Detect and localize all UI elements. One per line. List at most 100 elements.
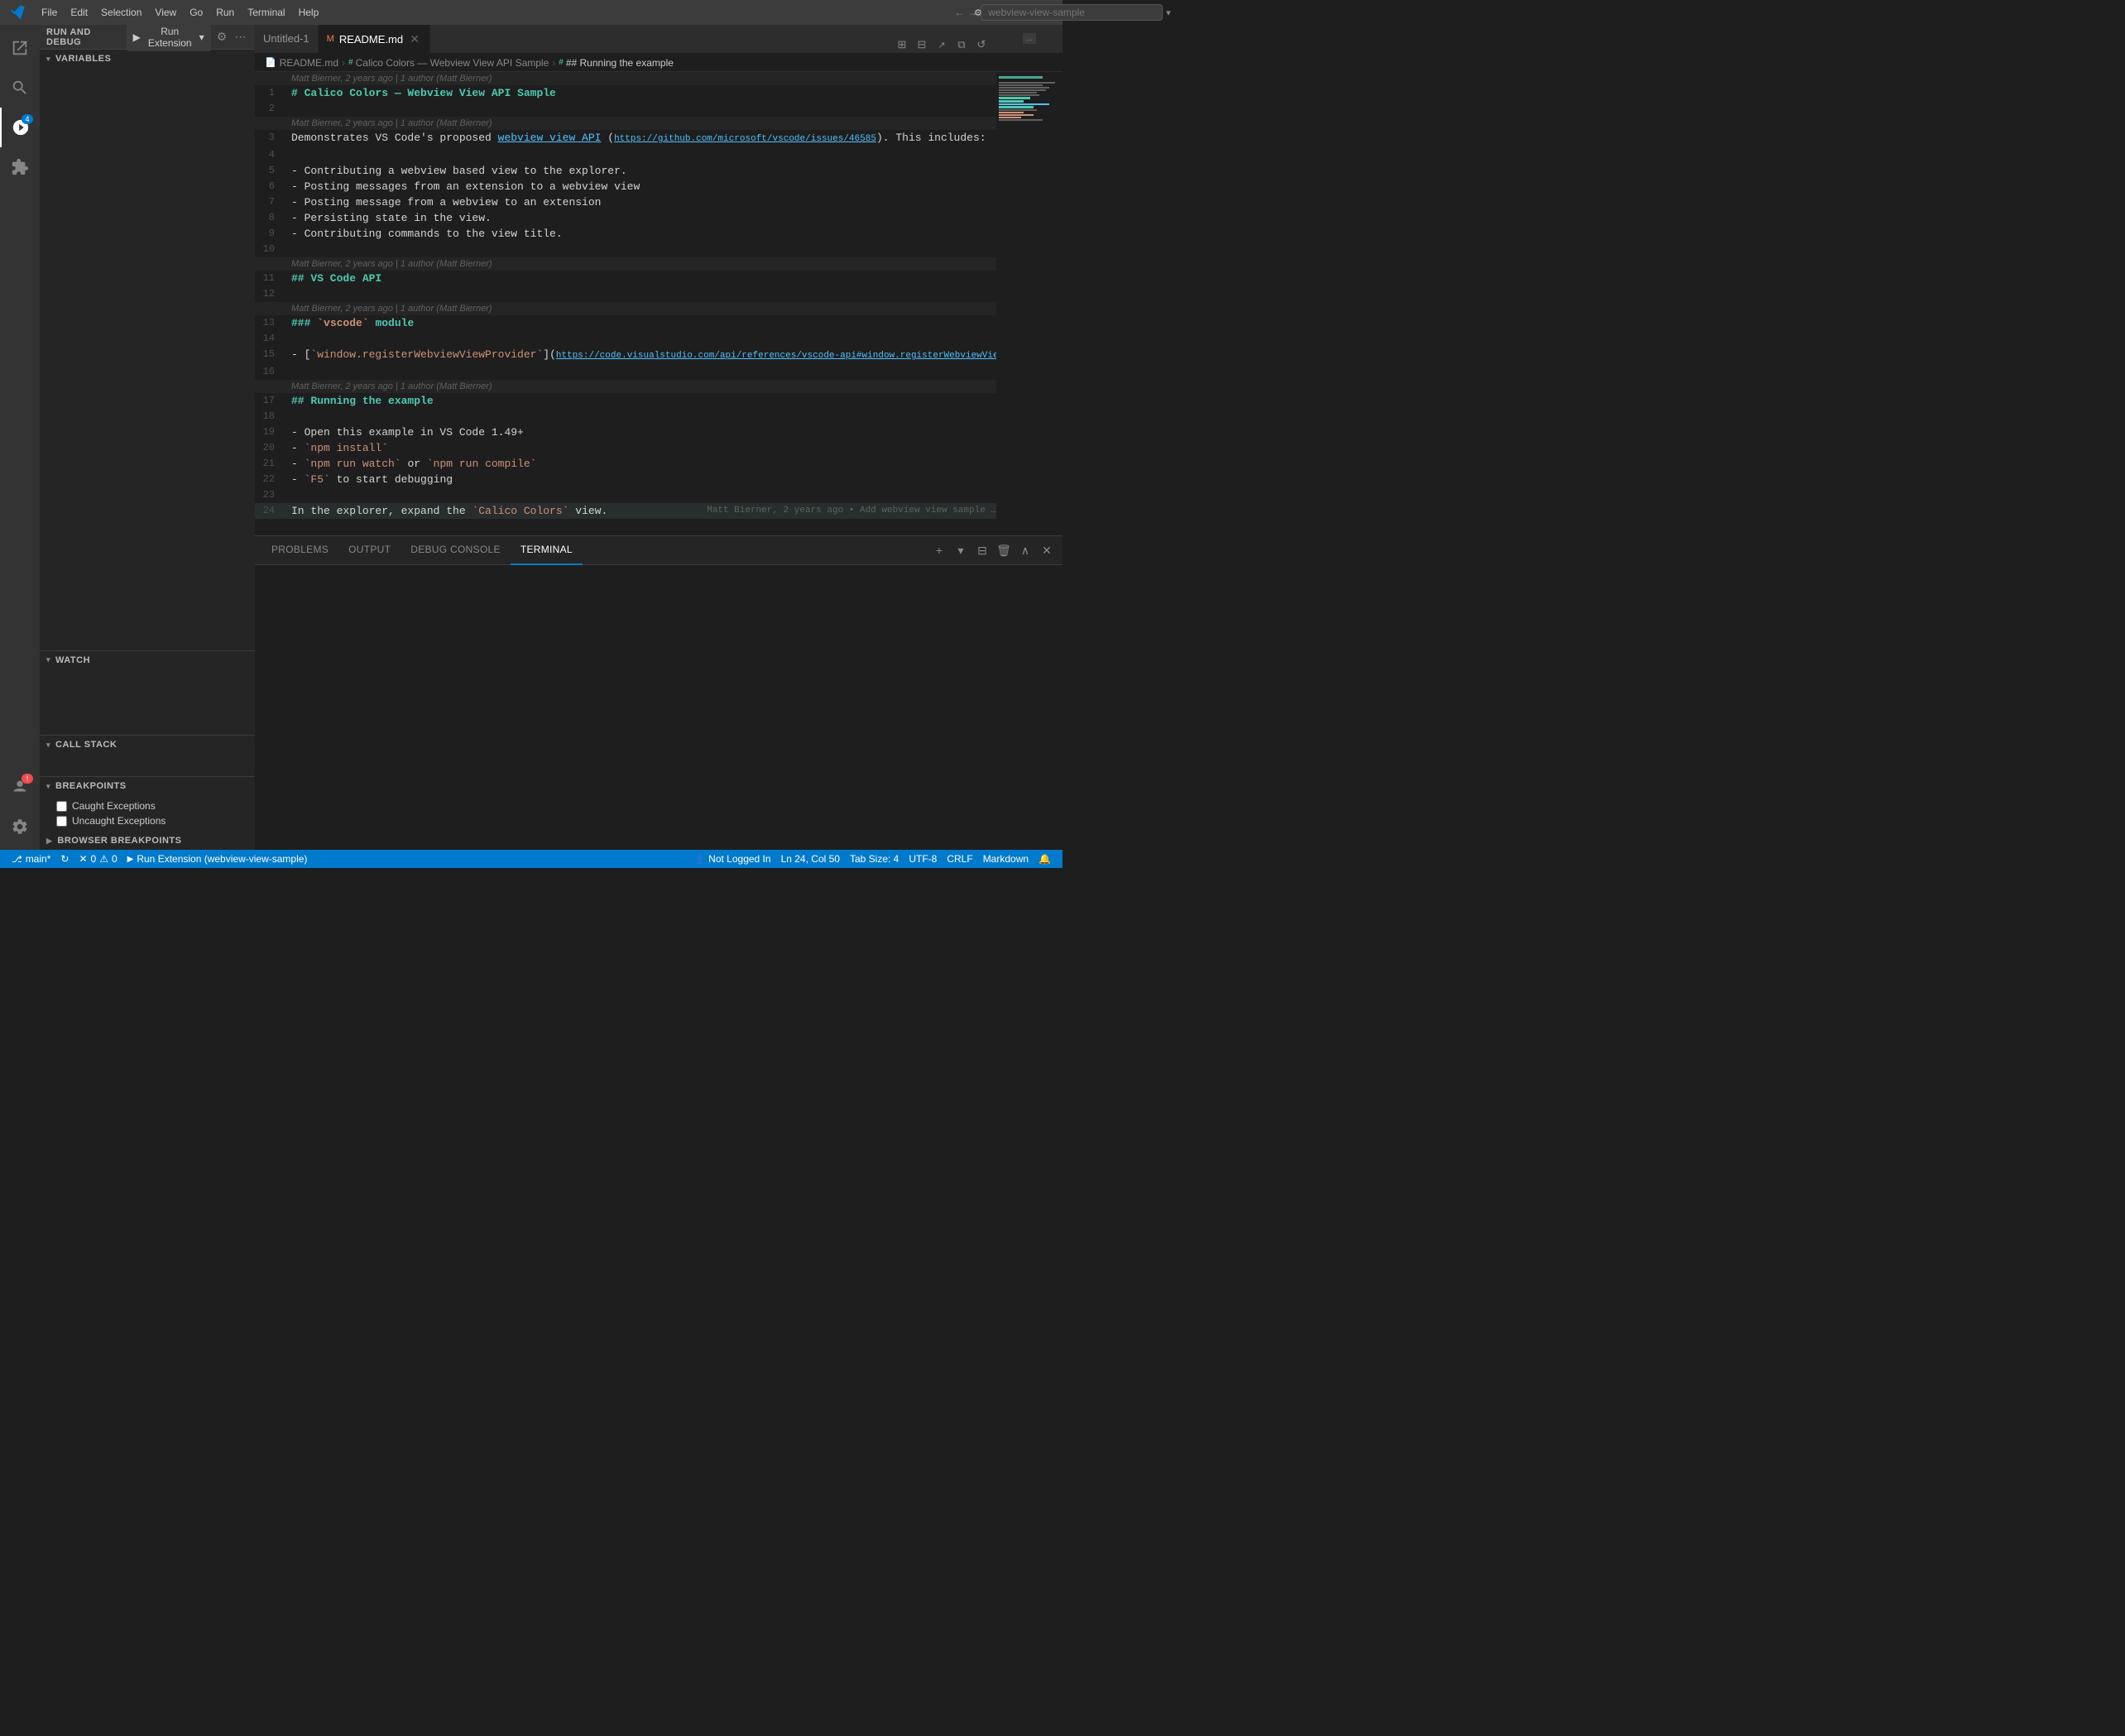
code-line-23: 23 (255, 487, 996, 503)
run-ext-icon: ▶ (127, 855, 134, 864)
line-num-18: 18 (255, 409, 288, 424)
browser-breakpoints-header[interactable]: ▶ BROWSER BREAKPOINTS (40, 832, 255, 850)
status-git[interactable]: ⎇ main* (7, 850, 55, 868)
minimap-bullet2 (999, 87, 1049, 89)
status-encoding[interactable]: UTF-8 (904, 850, 942, 868)
breadcrumb-active[interactable]: # ## Running the example (559, 57, 674, 69)
line-num-2: 2 (255, 101, 288, 117)
line-content-5: - Contributing a webview based view to t… (288, 163, 996, 179)
panel-tab-problems[interactable]: PROBLEMS (261, 536, 338, 565)
debug-more-btn[interactable]: ⋯ (233, 28, 248, 46)
app-icon (7, 1, 30, 24)
line-num-9: 9 (255, 226, 288, 242)
status-sync[interactable]: ↻ (55, 850, 74, 868)
status-tab-size[interactable]: Tab Size: 4 (845, 850, 904, 868)
command-search[interactable] (981, 4, 1163, 21)
breakpoint-caught: Caught Exceptions (40, 798, 255, 813)
menu-file[interactable]: File (36, 5, 62, 20)
minimap-blank (999, 79, 1060, 81)
activity-search[interactable] (0, 68, 40, 108)
code-line-18: 18 (255, 409, 996, 424)
status-notifications[interactable]: 🔔 (1034, 850, 1056, 868)
titlebar: File Edit Selection View Go Run Terminal… (0, 0, 1062, 25)
panel-split-btn[interactable]: ⊟ (973, 541, 991, 559)
browser-bp-arrow: ▶ (46, 837, 52, 846)
uncaught-exceptions-checkbox[interactable] (56, 816, 67, 827)
panel-tab-debug-console[interactable]: DEBUG CONSOLE (401, 536, 511, 565)
panel-dropdown-btn[interactable]: ▾ (952, 541, 970, 559)
browser-bp-label: BROWSER BREAKPOINTS (57, 836, 181, 846)
tab-readme[interactable]: M README.md ✕ (319, 25, 430, 53)
status-eol[interactable]: CRLF (942, 850, 977, 868)
tab-untitled[interactable]: Untitled-1 (255, 25, 319, 53)
nav-forward-btn[interactable]: → (967, 7, 977, 18)
caught-exceptions-checkbox[interactable] (56, 801, 67, 812)
status-run-ext[interactable]: ▶ Run Extension (webview-view-sample) (122, 850, 313, 868)
status-errors[interactable]: ✕ 0 ⚠ 0 (74, 850, 122, 868)
menu-view[interactable]: View (150, 5, 181, 20)
activity-settings[interactable] (0, 807, 40, 846)
code-line-9: 9 - Contributing commands to the view ti… (255, 226, 996, 242)
watch-section-header[interactable]: ▾ WATCH (40, 650, 255, 669)
terminal-content[interactable] (255, 565, 1062, 850)
minimap-code1 (999, 112, 1024, 113)
git-blame-24: Matt Bierner, 2 years ago • Add webview … (697, 503, 996, 519)
menu-edit[interactable]: Edit (65, 5, 93, 20)
debug-badge: 4 (22, 114, 33, 124)
editor-more-btn[interactable]: ↗ (933, 36, 950, 53)
variables-section-header[interactable]: ▾ VARIABLES (40, 50, 255, 68)
line-content-2 (288, 101, 996, 117)
main-container: 4 ! RUN AND DEBUG ▶ Run Extension ▾ ⚙ (0, 25, 1062, 850)
run-extension-btn[interactable]: ▶ Run Extension ▾ (127, 25, 211, 51)
eol-label: CRLF (947, 853, 972, 865)
status-cursor-pos[interactable]: Ln 24, Col 50 (776, 850, 845, 868)
editor-preview-btn[interactable]: ⧉ (953, 36, 970, 53)
activity-accounts[interactable]: ! (0, 767, 40, 807)
line-content-12 (288, 286, 996, 302)
line-content-13: ### `vscode` module (288, 315, 996, 331)
line-content-10 (288, 242, 996, 257)
minimap-placeholder: ... (1023, 33, 1036, 44)
activity-explorer[interactable] (0, 28, 40, 68)
call-stack-header[interactable]: ▾ CALL STACK (40, 736, 255, 754)
nav-back-btn[interactable]: ← (954, 7, 964, 18)
minimap[interactable] (996, 72, 1062, 535)
minimap-text (999, 82, 1055, 84)
debug-settings-btn[interactable]: ⚙ (214, 28, 230, 46)
call-stack-label: CALL STACK (55, 740, 117, 750)
panel-add-btn[interactable]: + (930, 541, 948, 559)
panel-trash-btn[interactable]: 🗑 (995, 541, 1013, 559)
panel-collapse-btn[interactable]: ∧ (1016, 541, 1034, 559)
code-line-24: 24 In the explorer, expand the `Calico C… (255, 503, 996, 519)
breadcrumb-file[interactable]: README.md (280, 57, 338, 69)
line-content-1: # Calico Colors — Webview View API Sampl… (288, 85, 996, 101)
code-line-8: 8 - Persisting state in the view. (255, 210, 996, 226)
line-content-14 (288, 331, 996, 347)
editor-layout-btn[interactable]: ⊞ (894, 36, 910, 53)
menu-help[interactable]: Help (294, 5, 324, 20)
line-content-3: Demonstrates VS Code's proposed webview … (288, 130, 996, 147)
line-num-19: 19 (255, 424, 288, 440)
editor-refresh-btn[interactable]: ↺ (973, 36, 990, 53)
activity-extensions[interactable] (0, 147, 40, 187)
status-not-logged-in[interactable]: 👤 Not Logged In (688, 850, 775, 868)
code-line-6: 6 - Posting messages from an extension t… (255, 179, 996, 194)
activity-run-debug[interactable]: 4 (0, 108, 40, 147)
panel-tab-output[interactable]: OUTPUT (338, 536, 401, 565)
line-content-8: - Persisting state in the view. (288, 210, 996, 226)
menu-selection[interactable]: Selection (96, 5, 146, 20)
status-language[interactable]: Markdown (978, 850, 1034, 868)
breadcrumb-section[interactable]: # Calico Colors — Webview View API Sampl… (348, 57, 549, 69)
tab-readme-close[interactable]: ✕ (408, 32, 421, 46)
editor-split-btn[interactable]: ⊟ (914, 36, 930, 53)
menu-go[interactable]: Go (185, 5, 208, 20)
breakpoints-header[interactable]: ▾ BREAKPOINTS (40, 777, 255, 795)
panel-tab-terminal[interactable]: TERMINAL (511, 536, 583, 565)
menu-run[interactable]: Run (211, 5, 239, 20)
titlebar-left: File Edit Selection View Go Run Terminal… (7, 1, 324, 24)
menu-terminal[interactable]: Terminal (242, 5, 290, 20)
line-content-15: - [`window.registerWebviewViewProvider`]… (288, 347, 996, 364)
code-editor[interactable]: Matt Bierner, 2 years ago | 1 author (Ma… (255, 72, 996, 535)
panel-close-btn[interactable]: ✕ (1038, 541, 1056, 559)
tab-readme-label: README.md (339, 33, 403, 46)
